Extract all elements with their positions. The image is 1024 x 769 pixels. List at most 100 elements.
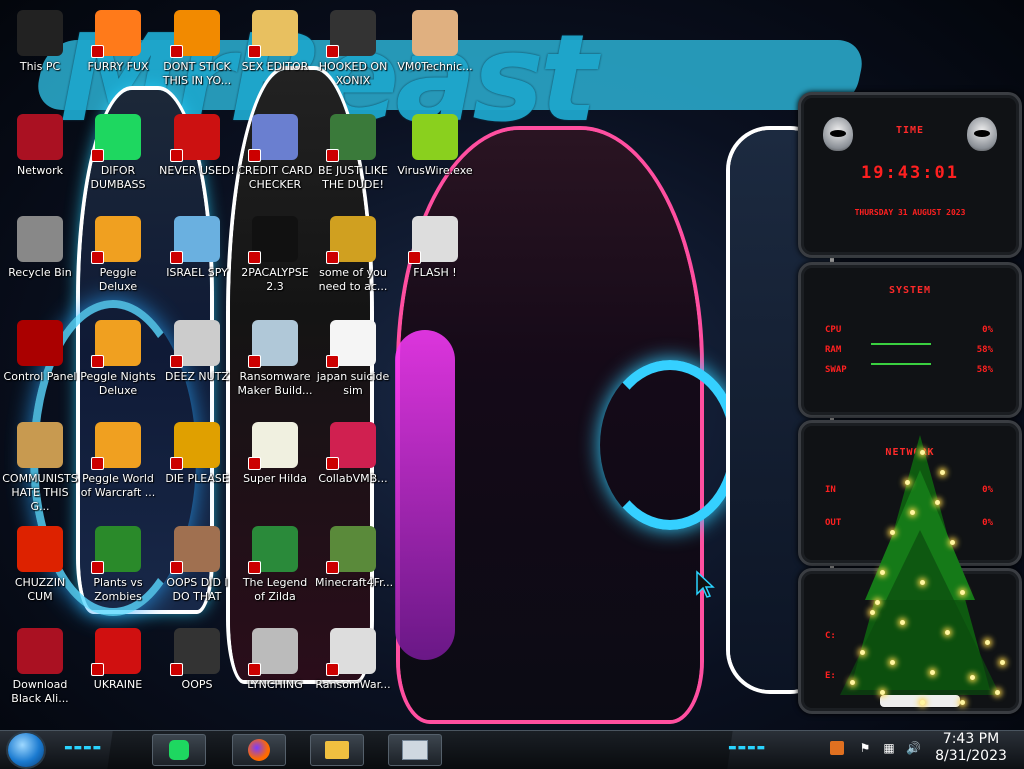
desktop-icon-super-hilda[interactable]: Super Hilda	[235, 416, 315, 486]
desktop-icon-lynching[interactable]: LYNCHING	[235, 622, 315, 692]
desktop-icon-label: DIE PLEASE	[165, 472, 229, 485]
desktop-icon-label: VM0Technic...	[397, 60, 473, 73]
desktop-icon-flash[interactable]: FLASH !	[395, 210, 475, 280]
network-tray-icon[interactable]: ▦	[882, 741, 896, 755]
shortcut-arrow-icon	[170, 45, 183, 58]
shortcut-arrow-icon	[326, 251, 339, 264]
folder-icon	[325, 741, 349, 759]
tree-light	[905, 480, 910, 485]
desktop-icon-ransomware-maker[interactable]: Ransomware Maker Build...	[235, 314, 315, 398]
desktop-icon-download-black[interactable]: Download Black Ali...	[0, 622, 80, 706]
desktop-icon-never-used[interactable]: NEVER USED!	[157, 108, 237, 178]
desktop-icon-oops[interactable]: OOPS	[157, 622, 237, 692]
shortcut-arrow-icon	[326, 457, 339, 470]
desktop-icon-deez-nutz[interactable]: DEEZ NUTZ	[157, 314, 237, 384]
desktop-icon-peggle-nights[interactable]: Peggle Nights Deluxe	[78, 314, 158, 398]
taskbar-clock[interactable]: 7:43 PM 8/31/2023	[926, 731, 1016, 765]
bear-icon	[326, 216, 376, 264]
shortcut-arrow-icon	[408, 251, 421, 264]
desktop-icon-label: LYNCHING	[247, 678, 303, 691]
desktop-icon-difor[interactable]: DIFOR DUMBASS	[78, 108, 158, 192]
desktop-icon-communists[interactable]: COMMUNISTS HATE THIS G...	[0, 416, 80, 514]
tree-light	[930, 670, 935, 675]
tree-light	[880, 570, 885, 575]
desktop-icon-peggle-deluxe[interactable]: Peggle Deluxe	[78, 210, 158, 294]
desktop-icon-furry-fux[interactable]: FURRY FUX	[78, 4, 158, 74]
start-button[interactable]	[8, 733, 44, 767]
peggle-icon	[91, 216, 141, 264]
skull-icon	[326, 628, 376, 676]
alien-head-icon	[967, 117, 997, 151]
taskbar-firefox-button[interactable]	[232, 734, 286, 766]
link-icon	[248, 526, 298, 574]
grass-block-icon	[326, 526, 376, 574]
flower-icon	[91, 526, 141, 574]
desktop-icon-2pacalypse[interactable]: 2PACALYPSE 2.3	[235, 210, 315, 294]
wallpaper-neon-leg	[395, 330, 455, 660]
desktop-icon-label: 2PACALYPSE 2.3	[241, 266, 309, 293]
taskbar-control-panel-button[interactable]	[388, 734, 442, 766]
desktop-icon-legend-of-zilda[interactable]: The Legend of Zilda	[235, 520, 315, 604]
desktop-icon-japan-suicide[interactable]: japan suicide sim	[313, 314, 393, 398]
desktop-icon-israel-spy[interactable]: ISRAEL SPY	[157, 210, 237, 280]
firefox-icon	[248, 739, 270, 761]
desktop-icon-label: Control Panel	[3, 370, 77, 383]
tree-light	[910, 510, 915, 515]
desktop-icon-network[interactable]: Network	[0, 108, 80, 178]
desktop-icon-peggle-wow[interactable]: Peggle World of Warcraft ...	[78, 416, 158, 500]
desktop-icon-label: RansomWar...	[315, 678, 391, 691]
desktop-icon-some-of-you[interactable]: some of you need to ac...	[313, 210, 393, 294]
shortcut-arrow-icon	[170, 149, 183, 162]
devcpp-icon	[170, 114, 220, 162]
desktop-icon-sex-editor[interactable]: SEX EDITOR	[235, 4, 315, 74]
tree-light	[870, 610, 875, 615]
desktop-icon-label: HOOKED ON XONIX	[318, 60, 388, 87]
tree-light	[890, 660, 895, 665]
clock-time: 7:43 PM	[942, 731, 1000, 747]
desktop-icon-ransomwar[interactable]: RansomWar...	[313, 622, 393, 692]
desktop-icon-die-please[interactable]: DIE PLEASE	[157, 416, 237, 486]
desktop-icon-credit-card[interactable]: CREDIT CARD CHECKER	[235, 108, 315, 192]
tray-app-icon[interactable]	[830, 741, 844, 755]
tree-light	[960, 590, 965, 595]
credit-card-icon	[248, 114, 298, 162]
desktop-icon-viruswire[interactable]: VirusWire.exe	[395, 108, 475, 178]
taskbar-file-explorer-button[interactable]	[310, 734, 364, 766]
desktop-icon-oops-did[interactable]: OOPS DID I DO THAT	[157, 520, 237, 604]
desktop-icon-recycle-bin[interactable]: Recycle Bin	[0, 210, 80, 280]
alien-head-icon	[823, 117, 853, 151]
desktop-icon-label: CollabVMB...	[318, 472, 388, 485]
taskbar-spotify-button[interactable]	[152, 734, 206, 766]
tree-light	[970, 675, 975, 680]
tree-light	[900, 620, 905, 625]
shortcut-arrow-icon	[170, 251, 183, 264]
christmas-tree-image	[840, 435, 1000, 707]
desktop-icon-collabvmb[interactable]: CollabVMB...	[313, 416, 393, 486]
book-icon	[170, 628, 220, 676]
xonix-icon	[326, 10, 376, 58]
desktop-icon-chuzzin[interactable]: CHUZZIN CUM	[0, 520, 80, 604]
pixel-icon	[248, 422, 298, 470]
shortcut-arrow-icon	[170, 561, 183, 574]
tree-light	[940, 470, 945, 475]
desktop-icon-control-panel[interactable]: Control Panel	[0, 314, 80, 384]
tree-light	[945, 630, 950, 635]
network-icon	[17, 628, 63, 674]
desktop-icon-this-pc[interactable]: This PC	[0, 4, 80, 74]
desktop-icon-ukraine[interactable]: UKRAINE	[78, 622, 158, 692]
shortcut-arrow-icon	[91, 457, 104, 470]
tree-light	[935, 500, 940, 505]
shortcut-arrow-icon	[170, 663, 183, 676]
chuzzle-icon	[17, 526, 63, 572]
desktop-icon-dont-stick[interactable]: DONT STICK THIS IN YO...	[157, 4, 237, 88]
desktop-icon-plants-vs-zombies[interactable]: Plants vs Zombies	[78, 520, 158, 604]
desktop-icon-be-just-like[interactable]: BE JUST LIKE THE DUDE!	[313, 108, 393, 192]
desktop-icon-label: Network	[17, 164, 63, 177]
flash-icon	[408, 216, 458, 264]
desktop-icon-minecraft[interactable]: Minecraft4Fr...	[313, 520, 393, 590]
desktop-icon-hooked-on-xonix[interactable]: HOOKED ON XONIX	[313, 4, 393, 88]
volume-icon[interactable]: 🔊	[906, 741, 921, 755]
desktop-icon-label: DEEZ NUTZ	[165, 370, 229, 383]
flag-icon[interactable]: ⚑	[858, 741, 872, 755]
desktop-icon-vm0[interactable]: VM0Technic...	[395, 4, 475, 74]
